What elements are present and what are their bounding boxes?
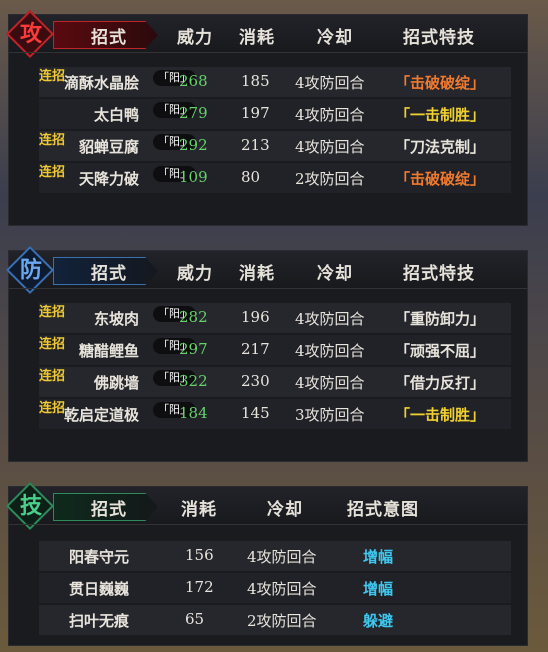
technique-row[interactable]: 扫叶无痕 65 2攻防回合 躲避	[39, 605, 511, 635]
move-skill: 「顽强不屈」	[395, 342, 486, 360]
move-name: 糖醋鲤鱼	[78, 342, 139, 360]
attack-move-row[interactable]: 连招 滴酥水晶脍 「阳」 268 185 4攻防回合 「击破破绽」	[39, 67, 511, 97]
move-cost: 80	[241, 168, 261, 186]
defense-move-row[interactable]: 连招 佛跳墙 「阳」 322 230 4攻防回合 「借力反打」	[39, 367, 511, 397]
technique-panel: 技 招式 消耗 冷却 招式意图 阳春守元 156 4攻防回合 增幅 贯日巍巍 172 4攻防…	[5, 481, 528, 646]
move-cooldown: 4攻防回合	[295, 310, 365, 328]
move-power: 282	[179, 308, 208, 326]
move-cost: 197	[241, 104, 270, 122]
technique-row[interactable]: 阳春守元 156 4攻防回合 增幅	[39, 541, 511, 571]
combo-tag: 连招	[39, 305, 66, 320]
move-name: 太白鸭	[93, 106, 139, 124]
attack-badge: 攻	[19, 21, 42, 47]
technique-cost: 65	[185, 610, 205, 628]
move-skill: 「一击制胜」	[395, 406, 486, 424]
defense-move-row[interactable]: 连招 东坡肉 「阳」 282 196 4攻防回合 「重防卸力」	[39, 303, 511, 333]
combo-tag: 连招	[39, 337, 66, 352]
move-name: 东坡肉	[93, 310, 139, 328]
technique-name: 阳春守元	[69, 548, 130, 566]
attack-header: 攻 招式 威力 消耗 冷却 招式特技	[5, 9, 527, 59]
move-cost: 230	[241, 372, 270, 390]
combo-tag: 连招	[39, 369, 66, 384]
move-skill: 「重防卸力」	[395, 310, 486, 328]
col-header-cooldown: 冷却	[317, 264, 353, 284]
move-cooldown: 4攻防回合	[295, 374, 365, 392]
defense-move-row[interactable]: 连招 糖醋鲤鱼 「阳」 297 217 4攻防回合 「顽强不屈」	[39, 335, 511, 365]
col-header-cost: 消耗	[181, 500, 217, 520]
col-header-name: 招式	[91, 28, 127, 48]
combo-tag: 连招	[39, 165, 66, 180]
move-skill: 「借力反打」	[395, 374, 486, 392]
move-cooldown: 4攻防回合	[295, 106, 365, 124]
move-cost: 145	[241, 404, 270, 422]
move-power: 322	[179, 372, 208, 390]
combo-tag: 连招	[39, 69, 66, 84]
col-header-name: 招式	[91, 500, 127, 520]
col-header-intent: 招式意图	[347, 500, 419, 520]
defense-move-row[interactable]: 连招 乾启定道极 「阳」 184 145 3攻防回合 「一击制胜」	[39, 399, 511, 429]
move-cost: 213	[241, 136, 270, 154]
attack-move-row[interactable]: 连招 天降力破 「阳」 109 80 2攻防回合 「击破破绽」	[39, 163, 511, 193]
col-header-name: 招式	[91, 264, 127, 284]
col-header-cost: 消耗	[239, 264, 275, 284]
combo-tag: 连招	[39, 401, 66, 416]
technique-row[interactable]: 贯日巍巍 172 4攻防回合 增幅	[39, 573, 511, 603]
move-cooldown: 4攻防回合	[295, 138, 365, 156]
technique-cooldown: 2攻防回合	[247, 612, 317, 630]
move-skill: 「一击制胜」	[395, 106, 486, 124]
move-cooldown: 4攻防回合	[295, 74, 365, 92]
defense-badge: 防	[19, 257, 42, 283]
move-skill: 「刀法克制」	[395, 138, 486, 156]
move-cost: 217	[241, 340, 270, 358]
move-cost: 196	[241, 308, 270, 326]
attack-move-row[interactable]: 太白鸭 「阳」 279 197 4攻防回合 「一击制胜」	[39, 99, 511, 129]
move-skill: 「击破破绽」	[395, 74, 486, 92]
move-power: 297	[179, 340, 208, 358]
col-header-cooldown: 冷却	[317, 28, 353, 48]
col-header-power: 威力	[177, 28, 213, 48]
move-power: 184	[179, 404, 208, 422]
technique-intent: 增幅	[363, 580, 394, 598]
move-power: 279	[179, 104, 208, 122]
col-header-power: 威力	[177, 264, 213, 284]
move-name: 乾启定道极	[63, 406, 139, 424]
move-cooldown: 3攻防回合	[295, 406, 365, 424]
move-name: 滴酥水晶脍	[63, 74, 139, 92]
technique-badge: 技	[19, 493, 42, 519]
technique-name: 贯日巍巍	[69, 580, 130, 598]
move-skill: 「击破破绽」	[395, 170, 486, 188]
move-cooldown: 4攻防回合	[295, 342, 365, 360]
move-cost: 185	[241, 72, 270, 90]
move-power: 268	[179, 72, 208, 90]
technique-header: 技 招式 消耗 冷却 招式意图	[5, 481, 527, 531]
col-header-cooldown: 冷却	[267, 500, 303, 520]
col-header-skill: 招式特技	[403, 28, 475, 48]
attack-move-row[interactable]: 连招 貂蝉豆腐 「阳」 292 213 4攻防回合 「刀法克制」	[39, 131, 511, 161]
defense-panel: 防 招式 威力 消耗 冷却 招式特技 连招 东坡肉 「阳」 282 196 4攻防回合 「重…	[5, 245, 528, 462]
col-header-cost: 消耗	[239, 28, 275, 48]
move-name: 佛跳墙	[93, 374, 139, 392]
technique-name: 扫叶无痕	[69, 612, 130, 630]
defense-header: 防 招式 威力 消耗 冷却 招式特技	[5, 245, 527, 295]
move-cooldown: 2攻防回合	[295, 170, 365, 188]
technique-intent: 躲避	[363, 612, 394, 630]
attack-panel: 攻 招式 威力 消耗 冷却 招式特技 连招 滴酥水晶脍 「阳」 268 185 4攻防回合…	[5, 9, 528, 226]
technique-intent: 增幅	[363, 548, 394, 566]
technique-cost: 156	[185, 546, 214, 564]
move-name: 貂蝉豆腐	[78, 138, 139, 156]
combo-tag: 连招	[39, 133, 66, 148]
technique-cooldown: 4攻防回合	[247, 548, 317, 566]
col-header-skill: 招式特技	[403, 264, 475, 284]
move-power: 109	[179, 168, 208, 186]
technique-cooldown: 4攻防回合	[247, 580, 317, 598]
move-name: 天降力破	[78, 170, 139, 188]
technique-cost: 172	[185, 578, 214, 596]
move-power: 292	[179, 136, 208, 154]
